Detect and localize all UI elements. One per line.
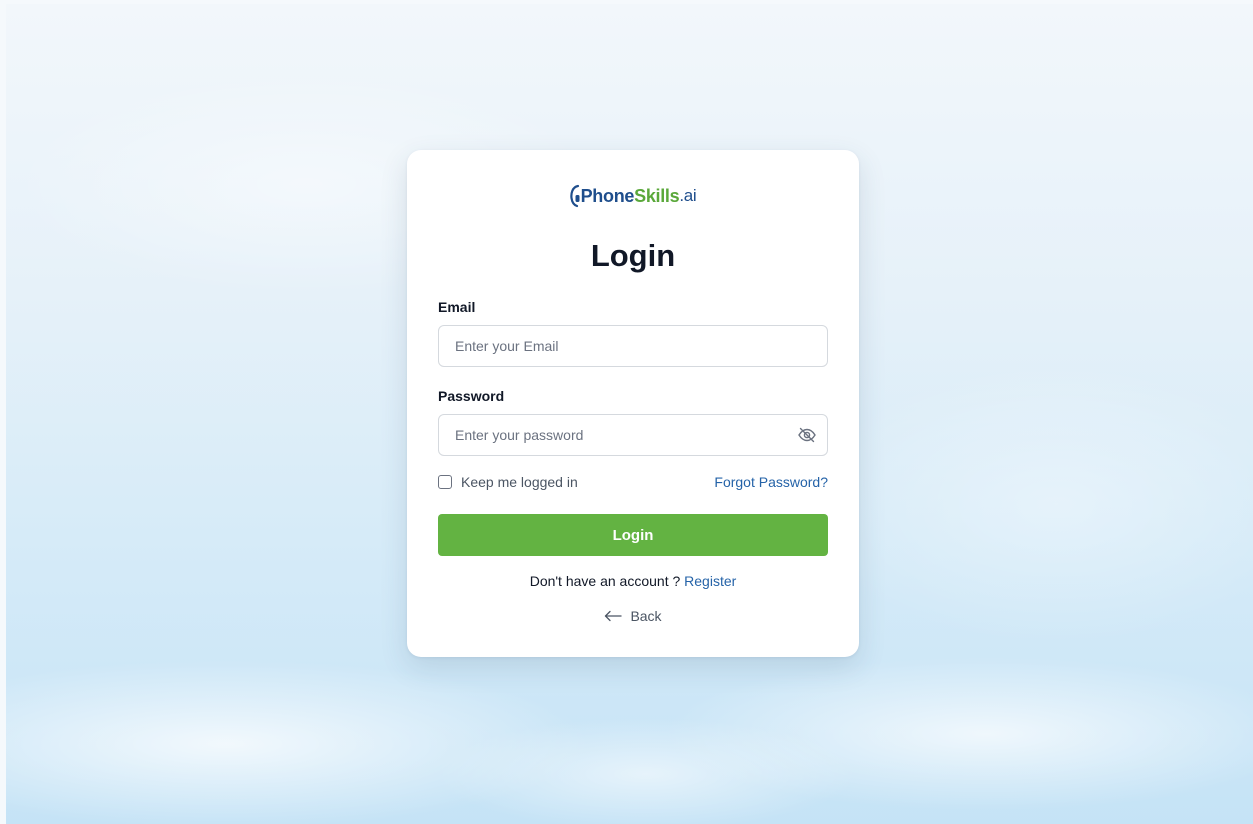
back-link[interactable]: Back — [407, 608, 859, 624]
email-field-wrapper — [438, 325, 828, 367]
keep-logged-in-checkbox[interactable] — [438, 475, 452, 489]
options-row: Keep me logged in Forgot Password? — [438, 472, 828, 492]
login-button[interactable]: Login — [438, 514, 828, 556]
password-field-wrapper — [438, 414, 828, 456]
keep-logged-in[interactable]: Keep me logged in — [438, 474, 578, 490]
logo-text-ai: .ai — [679, 186, 697, 205]
headset-logo-icon — [569, 184, 580, 208]
login-card: PhoneSkills.ai Login Email Password Keep… — [407, 150, 859, 657]
email-label: Email — [438, 299, 476, 315]
brand-logo: Phone Skills .ai — [407, 181, 859, 211]
forgot-password-link[interactable]: Forgot Password? — [714, 474, 828, 490]
eye-off-icon[interactable] — [797, 425, 817, 445]
register-prompt: Don't have an account ? Register — [407, 573, 859, 589]
register-prompt-text: Don't have an account ? — [529, 573, 681, 589]
page-title: Login — [590, 238, 676, 273]
email-input[interactable] — [439, 326, 827, 366]
logo-text-phone: Phone — [580, 185, 635, 206]
password-input[interactable] — [439, 415, 827, 455]
register-link[interactable]: Register — [684, 573, 736, 589]
logo-text-skills: Skills — [634, 185, 680, 206]
arrow-left-icon — [605, 610, 623, 622]
password-label: Password — [438, 388, 505, 404]
keep-logged-in-label: Keep me logged in — [461, 474, 578, 490]
back-label: Back — [630, 608, 662, 624]
